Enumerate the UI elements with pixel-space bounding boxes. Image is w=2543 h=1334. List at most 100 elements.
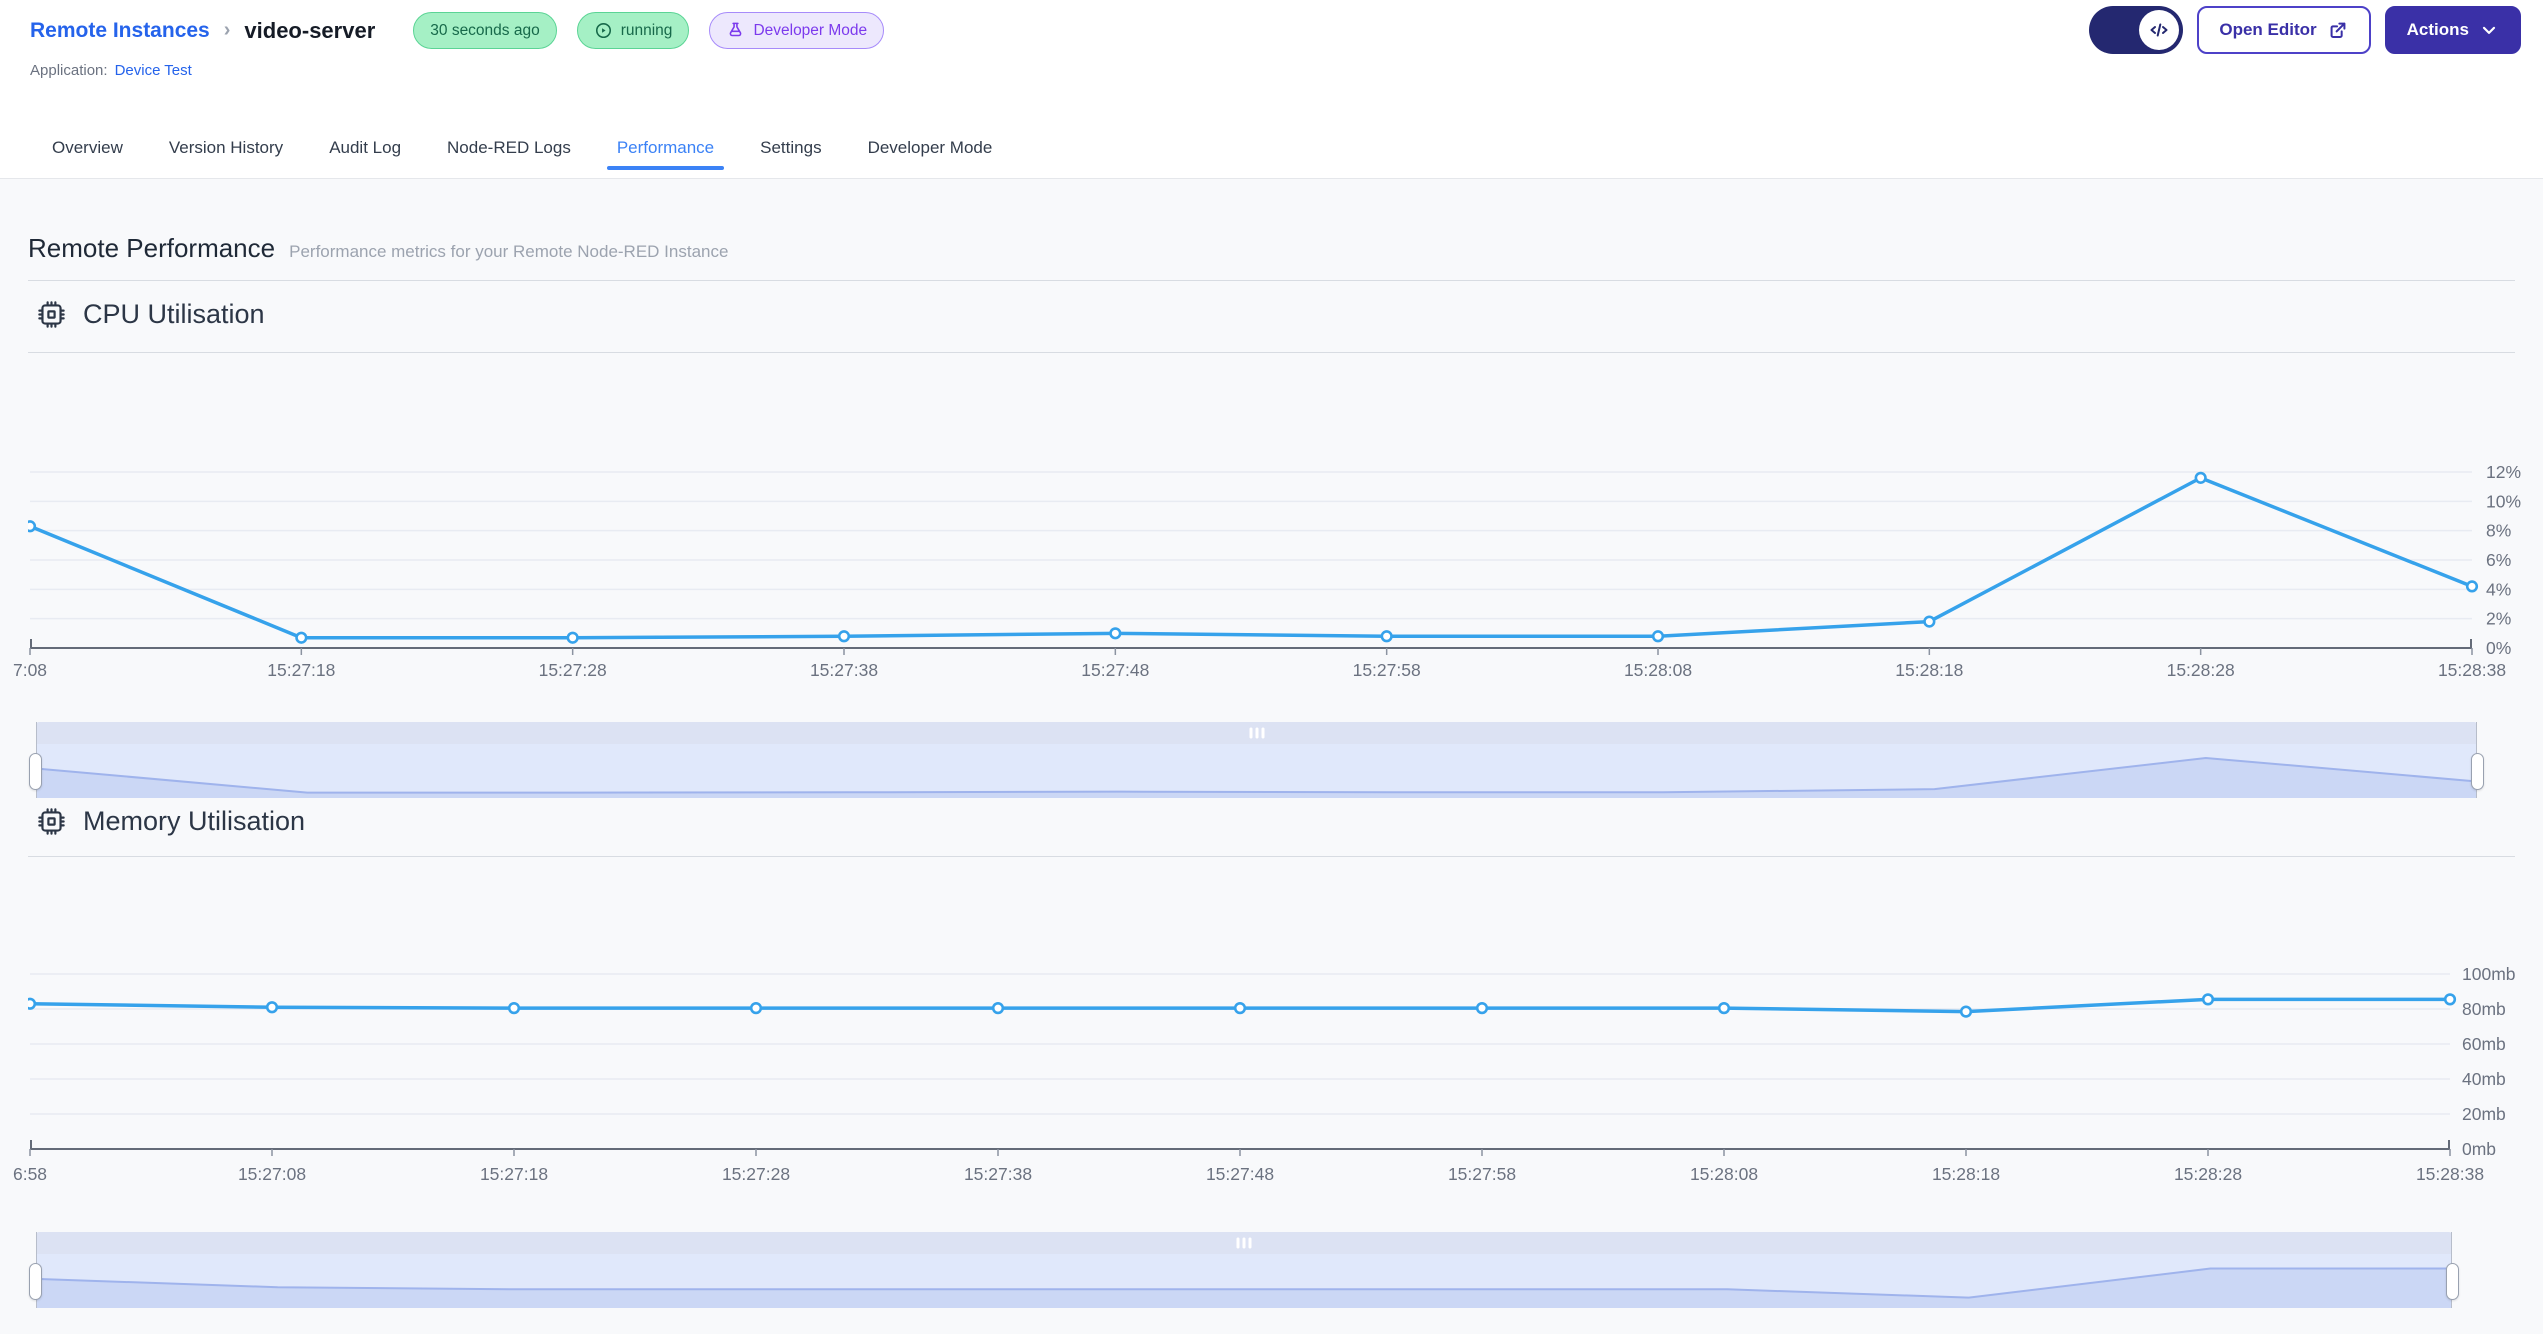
- tab-node-red-logs[interactable]: Node-RED Logs: [437, 118, 581, 178]
- svg-text:6%: 6%: [2486, 550, 2511, 570]
- memory-chart-range-slider[interactable]: [29, 1232, 2459, 1308]
- svg-text:12%: 12%: [2486, 462, 2521, 482]
- svg-text:100mb: 100mb: [2462, 964, 2516, 984]
- cpu-utilisation-chart[interactable]: 0% 2% 4% 6% 8% 10% 12% 7:08 15:27:18 15:27:28 15:2…: [0, 430, 2543, 708]
- svg-text:15:28:28: 15:28:28: [2174, 1164, 2242, 1184]
- tab-performance[interactable]: Performance: [606, 118, 725, 178]
- svg-text:15:28:38: 15:28:38: [2416, 1164, 2484, 1184]
- slider-minimap: [36, 1254, 2452, 1308]
- svg-text:6:58: 6:58: [13, 1164, 47, 1184]
- svg-text:15:27:48: 15:27:48: [1206, 1164, 1274, 1184]
- svg-text:8%: 8%: [2486, 521, 2511, 541]
- code-icon: [2150, 23, 2168, 37]
- svg-text:15:27:28: 15:27:28: [539, 660, 607, 680]
- open-editor-label: Open Editor: [2219, 20, 2317, 39]
- cpu-section-title: CPU Utilisation: [83, 299, 265, 329]
- tab-label: Overview: [52, 138, 123, 157]
- application-link[interactable]: Device Test: [115, 62, 192, 79]
- instance-name: video-server: [244, 17, 376, 43]
- svg-text:15:28:18: 15:28:18: [1895, 660, 1963, 680]
- svg-text:0%: 0%: [2486, 638, 2511, 658]
- page-subtitle: Performance metrics for your Remote Node…: [289, 242, 729, 261]
- cpu-chip-icon: [38, 808, 65, 835]
- tab-version-history[interactable]: Version History: [159, 118, 293, 178]
- svg-text:40mb: 40mb: [2462, 1069, 2506, 1089]
- memory-section-title: Memory Utilisation: [83, 806, 306, 836]
- tab-label: Version History: [168, 138, 284, 157]
- divider: [28, 856, 2515, 857]
- toggle-knob: [2139, 10, 2180, 50]
- svg-text:15:28:08: 15:28:08: [1690, 1164, 1758, 1184]
- breadcrumb-link-remote-instances[interactable]: Remote Instances: [30, 19, 210, 43]
- slider-track[interactable]: [36, 1232, 2452, 1254]
- page-head: Remote Performance Performance metrics f…: [28, 233, 728, 264]
- svg-text:10%: 10%: [2486, 491, 2521, 511]
- tab-bar: Overview Version History Audit Log Node-RED…: [42, 118, 1002, 178]
- svg-text:0mb: 0mb: [2462, 1139, 2496, 1159]
- page: Remote Instances › video-server 30 secon…: [0, 0, 2543, 1334]
- svg-text:7:08: 7:08: [13, 660, 47, 680]
- tab-label: Audit Log: [329, 138, 402, 157]
- svg-text:15:28:08: 15:28:08: [1624, 660, 1692, 680]
- svg-text:15:27:08: 15:27:08: [238, 1164, 306, 1184]
- application-row: Application: Device Test: [30, 62, 192, 79]
- svg-text:80mb: 80mb: [2462, 999, 2506, 1019]
- slider-right-handle[interactable]: [2471, 753, 2484, 790]
- developer-mode-badge: Developer Mode: [709, 12, 885, 49]
- slider-right-handle[interactable]: [2446, 1263, 2459, 1300]
- chevron-down-icon: [2482, 26, 2496, 35]
- slider-left-handle[interactable]: [29, 753, 42, 790]
- play-circle-icon: [595, 22, 611, 39]
- actions-label: Actions: [2406, 20, 2469, 39]
- page-title: Remote Performance: [28, 233, 276, 263]
- slider-drag-handle-icon[interactable]: [1249, 727, 1264, 739]
- tab-label: Performance: [616, 138, 715, 157]
- slider-minimap: [36, 744, 2477, 798]
- svg-text:15:27:28: 15:27:28: [722, 1164, 790, 1184]
- slider-track[interactable]: [36, 722, 2477, 744]
- status-badge: running: [576, 12, 690, 49]
- svg-text:15:27:48: 15:27:48: [1081, 660, 1149, 680]
- slider-drag-handle-icon[interactable]: [1236, 1237, 1252, 1249]
- memory-section-heading: Memory Utilisation: [36, 806, 305, 837]
- header-actions: Open Editor Actions: [2089, 6, 2521, 54]
- cpu-chip-icon: [38, 301, 65, 328]
- active-tab-indicator: [606, 166, 725, 170]
- cpu-chart-range-slider[interactable]: [29, 722, 2484, 798]
- open-editor-button[interactable]: Open Editor: [2197, 6, 2371, 54]
- svg-text:15:28:18: 15:28:18: [1932, 1164, 2000, 1184]
- cpu-section-heading: CPU Utilisation: [36, 299, 265, 330]
- breadcrumb-separator-icon: ›: [223, 19, 231, 41]
- developer-mode-toggle[interactable]: [2089, 6, 2184, 54]
- svg-text:15:27:18: 15:27:18: [267, 660, 335, 680]
- svg-text:15:27:18: 15:27:18: [480, 1164, 548, 1184]
- last-seen-badge: 30 seconds ago: [413, 12, 557, 49]
- svg-text:15:27:38: 15:27:38: [964, 1164, 1032, 1184]
- divider: [28, 352, 2515, 353]
- developer-mode-label: Developer Mode: [753, 21, 868, 39]
- svg-text:15:27:38: 15:27:38: [810, 660, 878, 680]
- svg-text:15:27:58: 15:27:58: [1448, 1164, 1516, 1184]
- tab-settings[interactable]: Settings: [750, 118, 831, 178]
- memory-utilisation-chart[interactable]: 0mb 20mb 40mb 60mb 80mb 100mb 6:58 15:27:08 15:2…: [0, 940, 2543, 1220]
- svg-text:60mb: 60mb: [2462, 1034, 2506, 1054]
- breadcrumb: Remote Instances › video-server 30 secon…: [30, 12, 885, 49]
- flask-icon: [730, 22, 742, 37]
- external-link-icon: [2330, 22, 2346, 38]
- memory-minimap-chart: [36, 1267, 2452, 1308]
- tab-audit-log[interactable]: Audit Log: [319, 118, 411, 178]
- performance-panel: Remote Performance Performance metrics f…: [0, 179, 2543, 1334]
- tab-label: Developer Mode: [867, 138, 993, 157]
- divider: [28, 280, 2515, 281]
- svg-text:15:28:28: 15:28:28: [2167, 660, 2235, 680]
- status-label: running: [620, 21, 673, 39]
- tab-overview[interactable]: Overview: [42, 118, 133, 178]
- svg-text:2%: 2%: [2486, 609, 2511, 629]
- actions-button[interactable]: Actions: [2384, 6, 2521, 54]
- tab-developer-mode[interactable]: Developer Mode: [858, 118, 1003, 178]
- svg-text:15:27:58: 15:27:58: [1353, 660, 1421, 680]
- slider-left-handle[interactable]: [29, 1263, 42, 1300]
- svg-text:20mb: 20mb: [2462, 1104, 2506, 1124]
- svg-text:4%: 4%: [2486, 579, 2511, 599]
- tab-label: Node-RED Logs: [447, 138, 571, 157]
